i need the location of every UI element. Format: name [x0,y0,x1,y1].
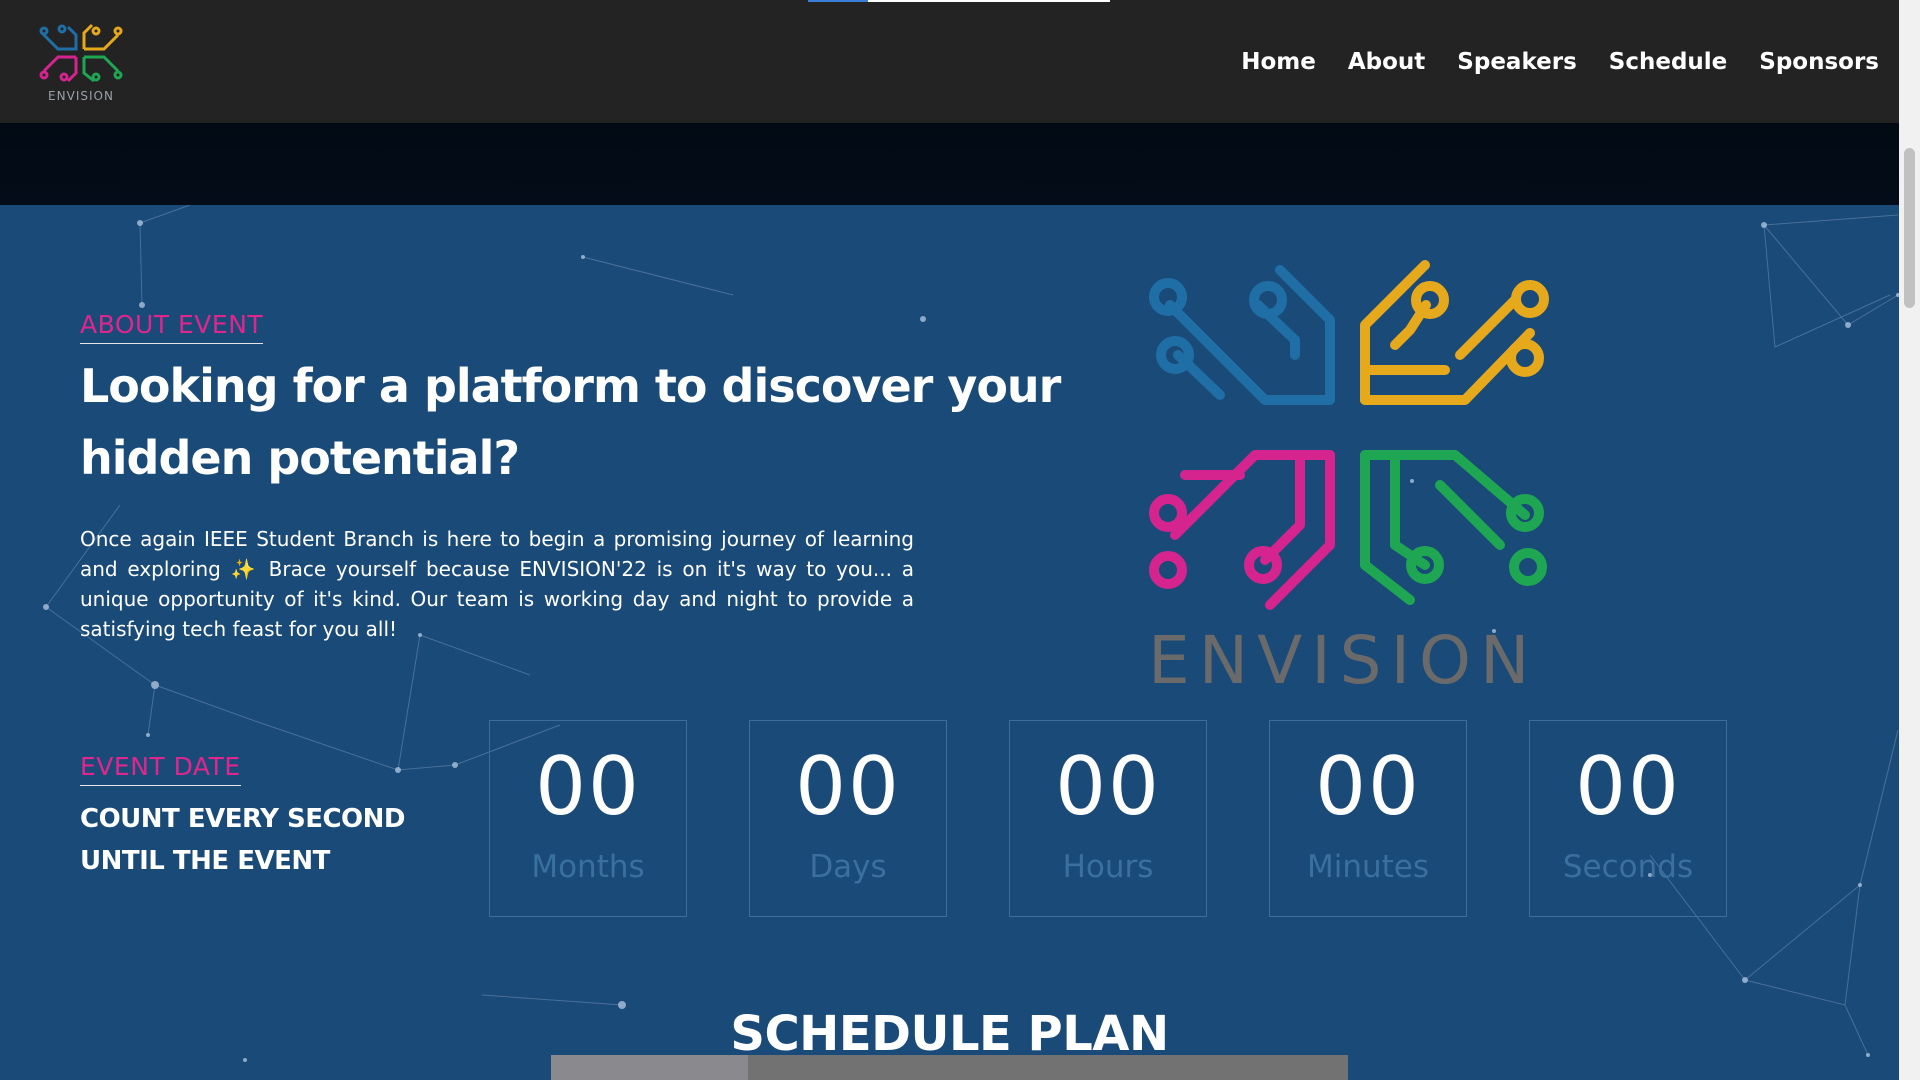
countdown-seconds: 00 Seconds [1529,720,1727,917]
nav-link-home[interactable]: Home [1241,49,1316,75]
nav-link-sponsors[interactable]: Sponsors [1759,49,1879,75]
brand-name: ENVISION [48,88,114,103]
countdown-label: Months [531,849,645,885]
scroll-progress-bar [808,0,1110,2]
countdown-value: 00 [795,740,901,833]
page-scrollbar[interactable] [1899,0,1920,1080]
countdown-label: Days [809,849,887,885]
scroll-progress-fill [808,0,868,2]
countdown-label: Seconds [1562,849,1694,885]
countdown-minutes: 00 Minutes [1269,720,1467,917]
top-navbar: ENVISION Home About Speakers Schedule Sp… [0,0,1899,123]
countdown-hours: 00 Hours [1009,720,1207,917]
schedule-tab-bar [551,1055,1348,1080]
main-nav: Home About Speakers Schedule Sponsors [1241,49,1879,75]
countdown-value: 00 [535,740,641,833]
nav-link-schedule[interactable]: Schedule [1609,49,1728,75]
countdown-value: 00 [1055,740,1161,833]
envision-hero-logo-icon [1149,260,1549,610]
countdown-value: 00 [1315,740,1421,833]
schedule-tab-active[interactable] [551,1055,748,1080]
about-title: Looking for a platform to discover your … [80,359,1061,485]
about-section: ABOUT EVENT Looking for a platform to di… [80,310,1061,664]
nav-link-about[interactable]: About [1348,49,1425,75]
countdown-label: Hours [1062,849,1154,885]
event-subtitle-line2: UNTIL THE EVENT [80,846,330,876]
envision-logo-icon [39,23,123,82]
nav-link-speakers[interactable]: Speakers [1457,49,1576,75]
about-description: Once again IEEE Student Branch is here t… [80,527,914,641]
schedule-title: SCHEDULE PLAN [730,1005,1169,1062]
countdown-months: 00 Months [489,720,687,917]
scrollbar-thumb[interactable] [1904,148,1915,308]
event-kicker: EVENT DATE [80,752,241,786]
countdown-label: Minutes [1306,849,1430,885]
event-subtitle: COUNT EVERY SECOND UNTIL THE EVENT [80,798,405,882]
countdown-days: 00 Days [749,720,947,917]
event-subtitle-line1: COUNT EVERY SECOND [80,804,405,834]
event-date-section: EVENT DATE COUNT EVERY SECOND UNTIL THE … [80,752,405,882]
about-kicker: ABOUT EVENT [80,310,264,344]
countdown-value: 00 [1575,740,1681,833]
hero-logo-wordmark: ENVISION [1148,622,1539,699]
brand-logo[interactable]: ENVISION [38,21,124,103]
hero-bottom-band [0,123,1899,205]
